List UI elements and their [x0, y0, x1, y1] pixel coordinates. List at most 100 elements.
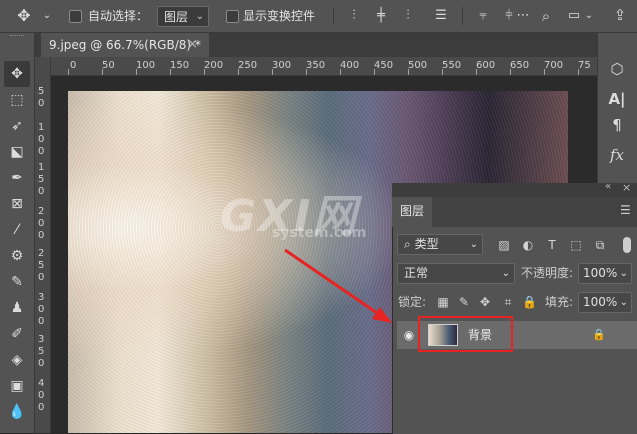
blend-mode-dropdown[interactable]: 正常 ⌄ [397, 263, 515, 284]
search-icon: ⌕ [404, 237, 411, 251]
ruler-v-label: 2 [38, 248, 45, 259]
workspace-chevron-icon[interactable]: ⌄ [584, 6, 594, 26]
blend-mode-value: 正常 [404, 266, 429, 280]
fill-value: 100% [583, 295, 618, 309]
close-tab-icon[interactable]: × [187, 33, 198, 57]
panel-header: « × [392, 181, 637, 197]
lock-icon[interactable]: 🔒 [592, 327, 606, 343]
eye-icon[interactable]: ◉ [401, 327, 417, 343]
tab-layers[interactable]: 图层 [392, 197, 432, 227]
tool-preset-chevron-icon[interactable]: ⌄ [40, 6, 54, 26]
align-top-icon[interactable]: ⫧ [474, 6, 492, 26]
separator [462, 7, 463, 25]
filter-shape-icon[interactable]: ⬚ [568, 237, 584, 253]
lock-artboard-icon[interactable]: ⌗ [501, 294, 515, 310]
ruler-h-label: 50 [102, 60, 115, 71]
move-tool-button[interactable]: ✥ [4, 61, 30, 87]
ruler-v-label: 3 [38, 292, 45, 303]
search-icon[interactable]: ⌕ [537, 6, 555, 26]
fill-field[interactable]: 100% ⌄ [578, 292, 632, 313]
distribute-icon[interactable]: ☰ [432, 6, 450, 26]
lock-image-icon[interactable]: ✎ [457, 294, 471, 310]
ruler-h-label: 350 [306, 60, 326, 71]
auto-select-checkbox[interactable] [69, 10, 82, 23]
more-options-icon[interactable]: ⋯ [516, 6, 530, 26]
tools-panel-grip[interactable] [10, 35, 24, 39]
ruler-v-label: 4 [38, 378, 45, 389]
horizontal-ruler[interactable]: 0 50 100 150 200 250 300 350 400 450 500… [50, 57, 597, 76]
collapse-panel-icon[interactable]: « [605, 181, 611, 192]
quick-select-tool-button[interactable]: ⬕ [4, 139, 30, 165]
opacity-field[interactable]: 100% ⌄ [578, 263, 632, 284]
ruler-v-label: 0 [38, 358, 45, 369]
vertical-ruler[interactable]: 5 0 1 0 0 1 5 0 2 0 0 2 5 0 3 0 0 3 5 0 … [35, 57, 51, 433]
lock-transparent-icon[interactable]: ▦ [436, 294, 450, 310]
stamp-tool-button[interactable]: ♟ [4, 295, 30, 321]
ruler-h-label: 300 [272, 60, 292, 71]
chevron-down-icon: ⌄ [501, 268, 510, 279]
marquee-tool-button[interactable]: ⬚ [4, 87, 30, 113]
lasso-tool-button[interactable]: ➶ [4, 113, 30, 139]
workspace-icon[interactable]: ▭ [565, 6, 583, 26]
align-left-icon[interactable]: ⫶ [345, 6, 363, 26]
3d-icon[interactable]: ⬡ [603, 56, 631, 82]
character-icon[interactable]: A| [603, 86, 631, 112]
ruler-v-label: 5 [38, 174, 45, 185]
tools-panel: ✥ ⬚ ➶ ⬕ ✒ ⊠ ⁄ ⚙ ✎ ♟ ✐ ◈ ▣ 💧 [0, 33, 35, 433]
lock-position-icon[interactable]: ✥ [478, 294, 492, 310]
ruler-tick [578, 69, 579, 75]
brush-tool-button[interactable]: ✎ [4, 269, 30, 295]
ruler-v-label: 0 [38, 146, 45, 157]
ruler-tick [306, 69, 307, 75]
annotation-arrow [284, 248, 392, 323]
ruler-tick [102, 69, 103, 75]
filter-pixel-icon[interactable]: ▨ [496, 237, 512, 253]
auto-select-label: 自动选择： [88, 9, 149, 23]
align-hcenter-icon[interactable]: ╪ [372, 6, 390, 26]
ruler-v-label: 0 [38, 134, 45, 145]
ruler-tick [510, 69, 511, 75]
share-icon[interactable]: ⇪ [610, 5, 630, 25]
filter-toggle[interactable] [623, 237, 631, 253]
history-brush-tool-button[interactable]: ✐ [4, 321, 30, 347]
auto-select-target-value: 图层 [164, 10, 189, 24]
layer-filter-dropdown[interactable]: ⌕ 类型 ⌄ [397, 234, 483, 255]
ruler-h-label: 200 [204, 60, 224, 71]
ruler-tick [544, 69, 545, 75]
ruler-h-label: 600 [476, 60, 496, 71]
frame-tool-button[interactable]: ⊠ [4, 191, 30, 217]
ruler-v-label: 0 [38, 98, 45, 109]
ruler-h-label: 100 [136, 60, 156, 71]
ruler-tick [408, 69, 409, 75]
ruler-v-label: 5 [38, 86, 45, 97]
dropper-tool-button[interactable]: ⁄ [4, 217, 30, 243]
eyedropper-tool-button[interactable]: ✒ [4, 165, 30, 191]
show-transform-label: 显示变换控件 [243, 9, 316, 23]
eraser-tool-button[interactable]: ◈ [4, 347, 30, 373]
patch-tool-button[interactable]: ⚙ [4, 243, 30, 269]
filter-adjustment-icon[interactable]: ◐ [520, 237, 536, 253]
ruler-v-label: 0 [38, 304, 45, 315]
fill-label: 填充: [545, 295, 574, 309]
lock-all-icon[interactable]: 🔒 [522, 294, 537, 310]
ruler-h-label: 150 [170, 60, 190, 71]
ruler-h-label: 450 [374, 60, 394, 71]
filter-smart-object-icon[interactable]: ⧉ [592, 237, 608, 253]
chevron-down-icon: ⌄ [469, 239, 478, 250]
close-panel-icon[interactable]: × [622, 181, 631, 194]
layer-filter-value: 类型 [414, 237, 439, 251]
opacity-value: 100% [583, 266, 618, 280]
show-transform-checkbox[interactable] [226, 10, 239, 23]
gradient-tool-button[interactable]: ▣ [4, 373, 30, 399]
fx-icon[interactable]: fx [603, 142, 631, 168]
align-right-icon[interactable]: ⫶ [399, 6, 417, 26]
auto-select-target-dropdown[interactable]: 图层 ⌄ [157, 6, 209, 27]
ruler-tick [476, 69, 477, 75]
blur-tool-button[interactable]: 💧 [4, 399, 30, 425]
move-tool-icon[interactable]: ✥ [14, 6, 34, 26]
filter-type-icon[interactable]: T [544, 237, 560, 253]
paragraph-icon[interactable]: ¶ [603, 112, 631, 138]
lock-label: 锁定: [398, 295, 427, 309]
panel-menu-icon[interactable]: ☰ [620, 203, 631, 217]
document-tab[interactable]: 9.jpeg @ 66.7%(RGB/8) * [41, 33, 209, 57]
